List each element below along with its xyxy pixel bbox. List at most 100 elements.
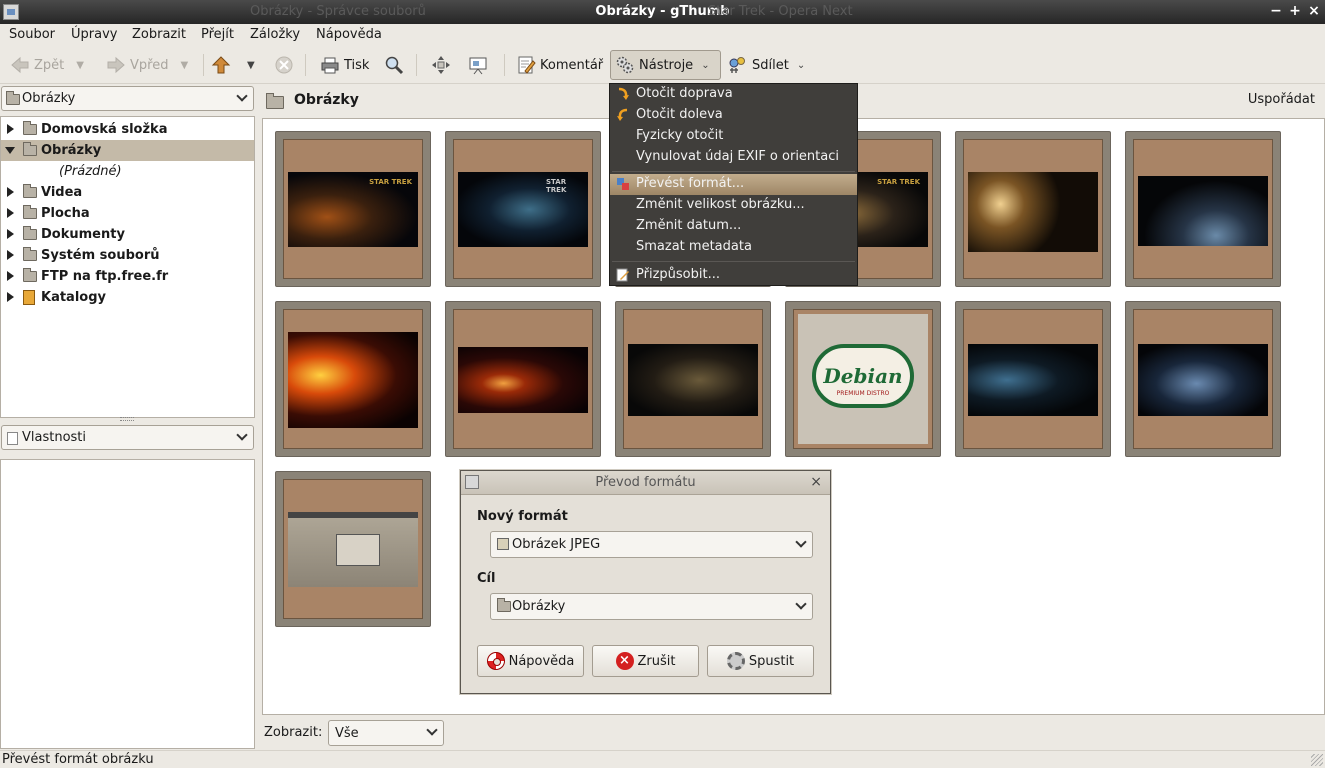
convert-format-icon — [616, 177, 630, 191]
chevron-down-icon — [796, 538, 806, 548]
expander-collapsed-icon[interactable] — [7, 229, 14, 239]
desktop-folder-icon — [23, 205, 37, 219]
tools-menu-button[interactable]: Nástroje ⌄ — [610, 50, 721, 80]
back-button[interactable]: Zpět ▼ — [6, 50, 88, 80]
pane-resize-handle[interactable] — [120, 417, 134, 421]
gears-icon — [615, 55, 635, 75]
pictures-folder-icon — [23, 142, 37, 156]
expander-expanded-icon[interactable] — [5, 147, 15, 154]
zoom-button[interactable] — [380, 50, 408, 80]
maximize-button[interactable]: + — [1287, 3, 1303, 19]
magnifier-icon — [384, 55, 404, 75]
tree-item-ftp[interactable]: FTP na ftp.free.fr — [1, 266, 254, 287]
thumbnail[interactable] — [275, 471, 431, 627]
up-button[interactable]: ▼ — [207, 50, 259, 80]
tree-item-plocha[interactable]: Plocha — [1, 203, 254, 224]
tree-item-videa[interactable]: Videa — [1, 182, 254, 203]
minimize-button[interactable]: − — [1268, 3, 1284, 19]
slideshow-button[interactable] — [464, 50, 492, 80]
run-button[interactable]: Spustit — [707, 645, 814, 677]
expander-collapsed-icon[interactable] — [7, 124, 14, 134]
share-menu-button[interactable]: Sdílet ⌄ — [724, 50, 809, 80]
thumbnail[interactable] — [1125, 301, 1281, 457]
menu-item-physical-rotate[interactable]: Fyzicky otočit — [610, 126, 857, 147]
tree-item-system-souboru[interactable]: Systém souborů — [1, 245, 254, 266]
menu-item-convert-format[interactable]: Převést formát... — [610, 174, 857, 195]
menu-item-reset-exif-orientation[interactable]: Vynulovat údaj EXIF o orientaci — [610, 147, 857, 168]
cancel-icon: × — [615, 652, 634, 670]
tree-item-label: Dokumenty — [41, 227, 125, 242]
thumbnail[interactable] — [445, 301, 601, 457]
properties-panel — [0, 459, 255, 749]
menu-upravy[interactable]: Úpravy — [71, 27, 117, 42]
menu-item-rotate-right[interactable]: Otočit doprava — [610, 84, 857, 105]
expander-collapsed-icon[interactable] — [7, 250, 14, 260]
stop-button[interactable] — [270, 50, 298, 80]
menubar: Soubor Úpravy Zobrazit Přejít Záložky Ná… — [0, 24, 1325, 46]
menu-soubor[interactable]: Soubor — [9, 27, 55, 42]
window-titlebar[interactable]: Obrázky - Správce souborů Obrázky - gThu… — [0, 0, 1325, 24]
menu-prejit[interactable]: Přejít — [201, 27, 234, 42]
menu-item-label: Převést formát... — [636, 176, 745, 191]
properties-combo-value: Vlastnosti — [22, 430, 87, 445]
arrow-left-icon — [10, 55, 30, 75]
tree-item-obrazky[interactable]: Obrázky — [1, 140, 254, 161]
run-button-label: Spustit — [748, 653, 795, 669]
thumbnail[interactable] — [955, 301, 1111, 457]
resize-grip-icon[interactable] — [1311, 754, 1323, 766]
thumbnail-frame — [283, 309, 423, 449]
filesystem-folder-icon — [23, 247, 37, 261]
expander-collapsed-icon[interactable] — [7, 292, 14, 302]
dialog-close-button[interactable]: × — [810, 474, 822, 490]
thumbnail-frame — [1133, 139, 1273, 279]
expander-collapsed-icon[interactable] — [7, 208, 14, 218]
print-button[interactable]: Tisk — [316, 50, 373, 80]
forward-history-chevron-icon[interactable]: ▼ — [180, 60, 188, 71]
menu-napoveda[interactable]: Nápověda — [316, 27, 382, 42]
fullscreen-button[interactable] — [427, 50, 455, 80]
share-menu-label: Sdílet — [752, 57, 789, 73]
thumbnail-frame — [963, 139, 1103, 279]
new-format-combo[interactable]: Obrázek JPEG — [490, 531, 813, 558]
forward-button[interactable]: Vpřed ▼ — [102, 50, 192, 80]
presentation-icon — [468, 55, 488, 75]
menu-zobrazit[interactable]: Zobrazit — [132, 27, 186, 42]
thumbnail[interactable] — [615, 301, 771, 457]
chevron-down-icon — [237, 431, 247, 441]
cancel-button[interactable]: × Zrušit — [592, 645, 699, 677]
expander-collapsed-icon[interactable] — [7, 187, 14, 197]
screenshot-panel — [288, 512, 418, 518]
menu-item-resize-image[interactable]: Změnit velikost obrázku... — [610, 195, 857, 216]
view-filter-combo[interactable]: Vše — [328, 720, 444, 746]
thumbnail[interactable] — [275, 301, 431, 457]
menu-item-rotate-left[interactable]: Otočit doleva — [610, 105, 857, 126]
menu-zalozky[interactable]: Záložky — [250, 27, 300, 42]
tree-item-katalogy[interactable]: Katalogy — [1, 287, 254, 308]
thumbnail[interactable] — [1125, 131, 1281, 287]
menu-item-delete-metadata[interactable]: Smazat metadata — [610, 237, 857, 258]
help-button[interactable]: Nápověda — [477, 645, 584, 677]
tree-item-dokumenty[interactable]: Dokumenty — [1, 224, 254, 245]
folder-tree[interactable]: Domovská složka Obrázky (Prázdné) Videa … — [0, 116, 255, 418]
thumbnail[interactable]: STAR TREK — [275, 131, 431, 287]
thumbnail[interactable] — [955, 131, 1111, 287]
forward-button-label: Vpřed — [130, 57, 169, 73]
target-folder-combo[interactable]: Obrázky — [490, 593, 813, 620]
thumbnail[interactable]: Debian PREMIUM DISTRO — [785, 301, 941, 457]
sort-button[interactable]: Uspořádat — [1248, 92, 1315, 107]
tree-item-domovska-slozka[interactable]: Domovská složka — [1, 119, 254, 140]
menu-item-customize[interactable]: Přizpůsobit... — [610, 265, 857, 286]
comment-button[interactable]: Komentář — [512, 50, 607, 80]
customize-icon — [616, 268, 630, 282]
dialog-titlebar[interactable]: Převod formátu × — [461, 471, 830, 495]
folder-location-combo[interactable]: Obrázky — [1, 86, 254, 111]
chevron-down-icon — [427, 726, 437, 736]
close-window-button[interactable]: × — [1306, 3, 1322, 19]
thumbnail[interactable]: STAR TREK — [445, 131, 601, 287]
expander-collapsed-icon[interactable] — [7, 271, 14, 281]
back-history-chevron-icon[interactable]: ▼ — [76, 60, 84, 71]
thumbnail-image — [1138, 176, 1268, 246]
properties-combo[interactable]: Vlastnosti — [1, 425, 254, 450]
up-chevron-icon[interactable]: ▼ — [247, 60, 255, 71]
menu-item-change-date[interactable]: Změnit datum... — [610, 216, 857, 237]
